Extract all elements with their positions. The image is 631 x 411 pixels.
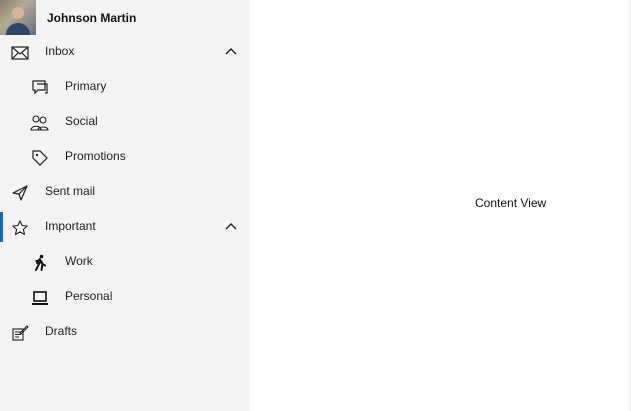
nav-item-important[interactable]: Important <box>0 210 250 245</box>
chat-icon <box>30 78 50 98</box>
nav-label-primary: Primary <box>65 79 107 93</box>
nav-label-inbox: Inbox <box>45 44 75 58</box>
nav-item-inbox[interactable]: Inbox <box>0 35 250 70</box>
navigation-pane: Johnson Martin Inbox Primary Social Prom… <box>0 0 250 411</box>
nav-label-work: Work <box>65 254 93 268</box>
mail-navigation: Inbox Primary Social Promotions Sent mai… <box>0 35 250 350</box>
nav-item-personal[interactable]: Personal <box>0 280 250 315</box>
nav-item-sent-mail[interactable]: Sent mail <box>0 175 250 210</box>
profile-name: Johnson Martin <box>47 10 137 25</box>
avatar[interactable] <box>0 0 36 35</box>
chevron-up-icon[interactable] <box>224 44 238 58</box>
nav-label-sent-mail: Sent mail <box>45 184 96 198</box>
nav-item-work[interactable]: Work <box>0 245 250 280</box>
content-view: Content View <box>250 0 631 411</box>
nav-label-promotions: Promotions <box>65 149 126 163</box>
content-view-label: Content View <box>475 196 547 210</box>
nav-label-important: Important <box>45 219 96 233</box>
nav-item-primary[interactable]: Primary <box>0 70 250 105</box>
send-icon <box>10 183 30 203</box>
laptop-icon <box>30 288 50 308</box>
tag-icon <box>30 148 50 168</box>
nav-label-drafts: Drafts <box>45 324 78 338</box>
nav-item-social[interactable]: Social <box>0 105 250 140</box>
mail-icon <box>10 43 30 63</box>
nav-label-social: Social <box>65 114 98 128</box>
nav-item-drafts[interactable]: Drafts <box>0 315 250 350</box>
profile-header[interactable]: Johnson Martin <box>0 0 250 35</box>
people-icon <box>30 113 50 133</box>
nav-item-promotions[interactable]: Promotions <box>0 140 250 175</box>
app-window: Johnson Martin Inbox Primary Social Prom… <box>0 0 631 411</box>
compose-icon <box>10 323 30 343</box>
star-icon <box>10 218 30 238</box>
chevron-up-icon[interactable] <box>224 219 238 233</box>
walking-person-icon <box>30 253 50 273</box>
nav-label-personal: Personal <box>65 289 113 303</box>
